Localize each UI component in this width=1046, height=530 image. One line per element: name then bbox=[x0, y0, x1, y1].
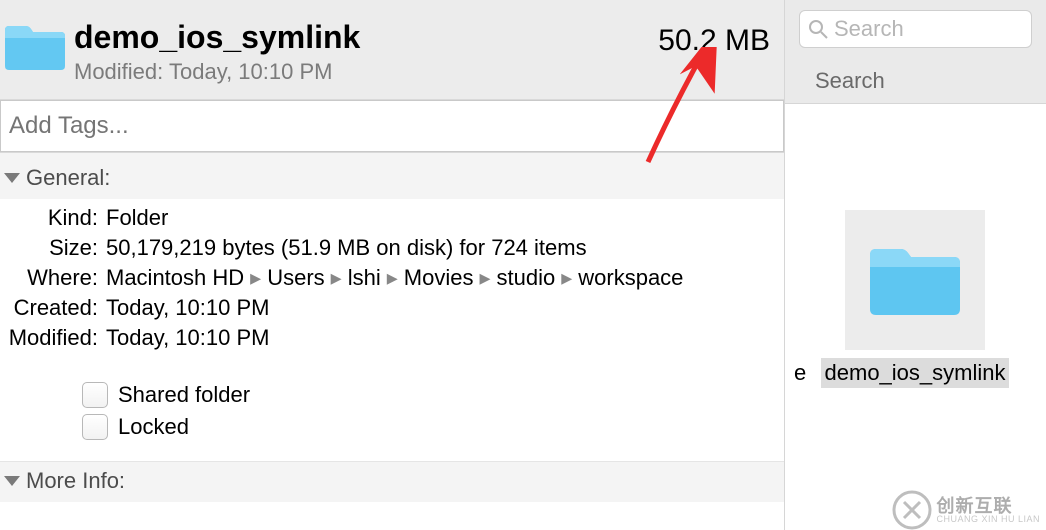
created-label: Created: bbox=[0, 293, 106, 323]
tab-search[interactable]: Search bbox=[815, 68, 885, 94]
locked-checkbox[interactable] bbox=[82, 414, 108, 440]
item-filename: demo_ios_symlink bbox=[821, 358, 1010, 388]
folder-icon bbox=[2, 20, 68, 74]
item-modified: Modified: Today, 10:10 PM bbox=[74, 59, 658, 85]
tags-row bbox=[0, 99, 784, 153]
disclosure-triangle-icon bbox=[4, 173, 20, 183]
search-icon bbox=[808, 19, 828, 39]
shared-folder-label: Shared folder bbox=[118, 382, 250, 408]
watermark: 创新互联 CHUANG XIN HU LIAN bbox=[892, 490, 1040, 530]
where-label: Where: bbox=[0, 263, 106, 293]
scope-tabs: Search bbox=[785, 52, 1046, 94]
modified-value: Today, 10:10 PM bbox=[106, 323, 784, 353]
info-header: demo_ios_symlink Modified: Today, 10:10 … bbox=[0, 0, 784, 99]
kind-value: Folder bbox=[106, 203, 784, 233]
created-value: Today, 10:10 PM bbox=[106, 293, 784, 323]
watermark-logo-icon bbox=[892, 490, 932, 530]
shared-folder-checkbox[interactable] bbox=[82, 382, 108, 408]
locked-label: Locked bbox=[118, 414, 189, 440]
size-value: 50,179,219 bytes (51.9 MB on disk) for 7… bbox=[106, 233, 784, 263]
modified-label: Modified: bbox=[0, 323, 106, 353]
where-value: Macintosh HD▸Users▸lshi▸Movies▸studio▸wo… bbox=[106, 263, 784, 293]
locked-row: Locked bbox=[0, 411, 784, 443]
section-general[interactable]: General: bbox=[0, 153, 784, 199]
section-more-info[interactable]: More Info: bbox=[0, 461, 784, 502]
search-input[interactable]: Search bbox=[799, 10, 1032, 48]
item-size: 50.2 MB bbox=[658, 20, 770, 58]
item-title: demo_ios_symlink bbox=[74, 20, 658, 55]
get-info-panel: demo_ios_symlink Modified: Today, 10:10 … bbox=[0, 0, 784, 530]
kind-label: Kind: bbox=[0, 203, 106, 233]
tags-input[interactable] bbox=[0, 100, 784, 152]
disclosure-triangle-icon bbox=[4, 476, 20, 486]
shared-folder-row: Shared folder bbox=[0, 379, 784, 411]
folder-icon bbox=[865, 239, 965, 321]
general-content: Kind:Folder Size:50,179,219 bytes (51.9 … bbox=[0, 199, 784, 461]
icon-view-item[interactable]: demo_ios_symlink bbox=[800, 210, 1030, 388]
size-label: Size: bbox=[0, 233, 106, 263]
folder-thumbnail bbox=[845, 210, 985, 350]
